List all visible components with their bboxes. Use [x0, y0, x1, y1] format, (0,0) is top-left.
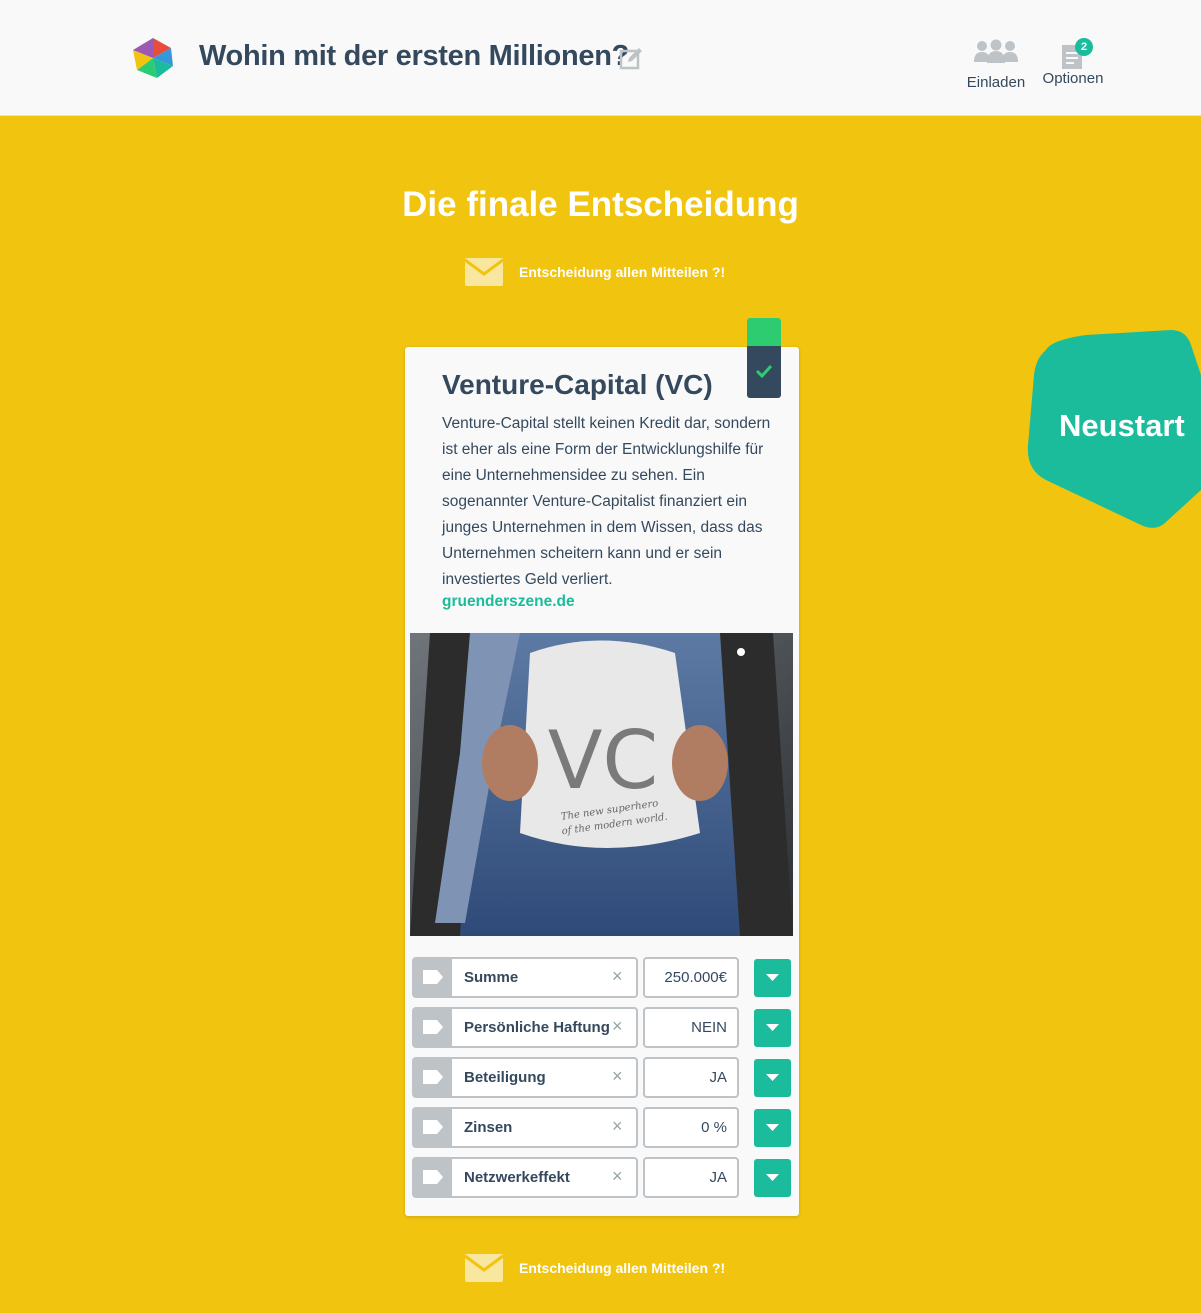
- remove-property-icon[interactable]: ×: [612, 1166, 623, 1187]
- option-card: Venture-Capital (VC) Venture-Capital ste…: [405, 347, 799, 1216]
- mail-icon: [464, 1254, 504, 1282]
- property-row: Persönliche Haftung × NEIN: [412, 1007, 792, 1048]
- options-button[interactable]: 2 Optionen: [1038, 38, 1108, 87]
- card-title: Venture-Capital (VC): [442, 369, 713, 400]
- property-name: Summe: [464, 969, 519, 986]
- image-vc-text: VC: [548, 714, 659, 807]
- property-name: Zinsen: [464, 1119, 513, 1136]
- share-decision-button-bottom[interactable]: Entscheidung allen Mitteilen ?!: [464, 1251, 725, 1285]
- property-tag: Beteiligung ×: [412, 1057, 638, 1098]
- caret-down-icon: [766, 1124, 779, 1131]
- app-header: Wohin mit der ersten Millionen? Einladen…: [0, 0, 1201, 116]
- remove-property-icon[interactable]: ×: [612, 1016, 623, 1037]
- property-dropdown-button[interactable]: [754, 1109, 791, 1147]
- property-tag: Summe ×: [412, 957, 638, 998]
- caret-down-icon: [766, 974, 779, 981]
- options-label: Optionen: [1042, 70, 1104, 87]
- share-decision-button[interactable]: Entscheidung allen Mitteilen ?!: [464, 255, 725, 289]
- tag-icon: [423, 1020, 443, 1034]
- remove-property-icon[interactable]: ×: [612, 966, 623, 987]
- property-dropdown-button[interactable]: [754, 959, 791, 997]
- checkmark-icon: [755, 364, 773, 378]
- card-description: Venture-Capital stellt keinen Kredit dar…: [442, 415, 771, 588]
- edit-icon[interactable]: [619, 47, 643, 71]
- property-tag: Persönliche Haftung ×: [412, 1007, 638, 1048]
- property-tag: Netzwerkeffekt ×: [412, 1157, 638, 1198]
- restart-button[interactable]: Neustart: [1026, 330, 1201, 530]
- source-link[interactable]: gruenderszene.de: [442, 593, 575, 611]
- select-option-toggle[interactable]: [747, 318, 781, 398]
- tag-icon: [423, 1070, 443, 1084]
- property-row: Netzwerkeffekt × JA: [412, 1157, 792, 1198]
- tag-icon: [423, 970, 443, 984]
- caret-down-icon: [766, 1074, 779, 1081]
- property-row: Beteiligung × JA: [412, 1057, 792, 1098]
- invite-label: Einladen: [966, 74, 1026, 91]
- property-value: NEIN: [691, 1019, 727, 1036]
- property-dropdown-button[interactable]: [754, 1059, 791, 1097]
- property-value-field[interactable]: JA: [643, 1157, 739, 1198]
- tag-icon: [423, 1120, 443, 1134]
- properties-list: Summe × 250.000€ Persönliche Haftung × N…: [412, 957, 792, 1207]
- tag-icon: [423, 1170, 443, 1184]
- property-value: JA: [709, 1069, 727, 1086]
- property-name: Netzwerkeffekt: [464, 1169, 570, 1186]
- notification-badge: 2: [1075, 38, 1093, 56]
- remove-property-icon[interactable]: ×: [612, 1116, 623, 1137]
- property-value: JA: [709, 1169, 727, 1186]
- property-value: 0 %: [701, 1119, 727, 1136]
- mail-icon: [464, 258, 504, 286]
- app-logo[interactable]: [131, 36, 175, 80]
- selected-indicator: [747, 318, 781, 346]
- share-decision-label: Entscheidung allen Mitteilen ?!: [519, 1260, 726, 1276]
- share-decision-label: Entscheidung allen Mitteilen ?!: [519, 264, 726, 280]
- carousel-dot[interactable]: [737, 648, 745, 656]
- people-icon: [974, 39, 1018, 63]
- caret-down-icon: [766, 1174, 779, 1181]
- property-name: Beteiligung: [464, 1069, 546, 1086]
- restart-label: Neustart: [1059, 408, 1185, 443]
- property-value-field[interactable]: 0 %: [643, 1107, 739, 1148]
- property-dropdown-button[interactable]: [754, 1159, 791, 1197]
- property-value: 250.000€: [664, 969, 727, 986]
- card-image: VC The new superhero of the modern world…: [410, 633, 793, 936]
- vc-superhero-illustration: VC The new superhero of the modern world…: [410, 633, 793, 936]
- property-name: Persönliche Haftung: [464, 1019, 610, 1036]
- property-value-field[interactable]: NEIN: [643, 1007, 739, 1048]
- property-tag: Zinsen ×: [412, 1107, 638, 1148]
- property-row: Zinsen × 0 %: [412, 1107, 792, 1148]
- caret-down-icon: [766, 1024, 779, 1031]
- invite-button[interactable]: Einladen: [962, 38, 1030, 91]
- property-dropdown-button[interactable]: [754, 1009, 791, 1047]
- remove-property-icon[interactable]: ×: [612, 1066, 623, 1087]
- property-value-field[interactable]: JA: [643, 1057, 739, 1098]
- property-value-field[interactable]: 250.000€: [643, 957, 739, 998]
- section-title: Die finale Entscheidung: [402, 185, 799, 224]
- property-row: Summe × 250.000€: [412, 957, 792, 998]
- page-title: Wohin mit der ersten Millionen?: [199, 40, 630, 72]
